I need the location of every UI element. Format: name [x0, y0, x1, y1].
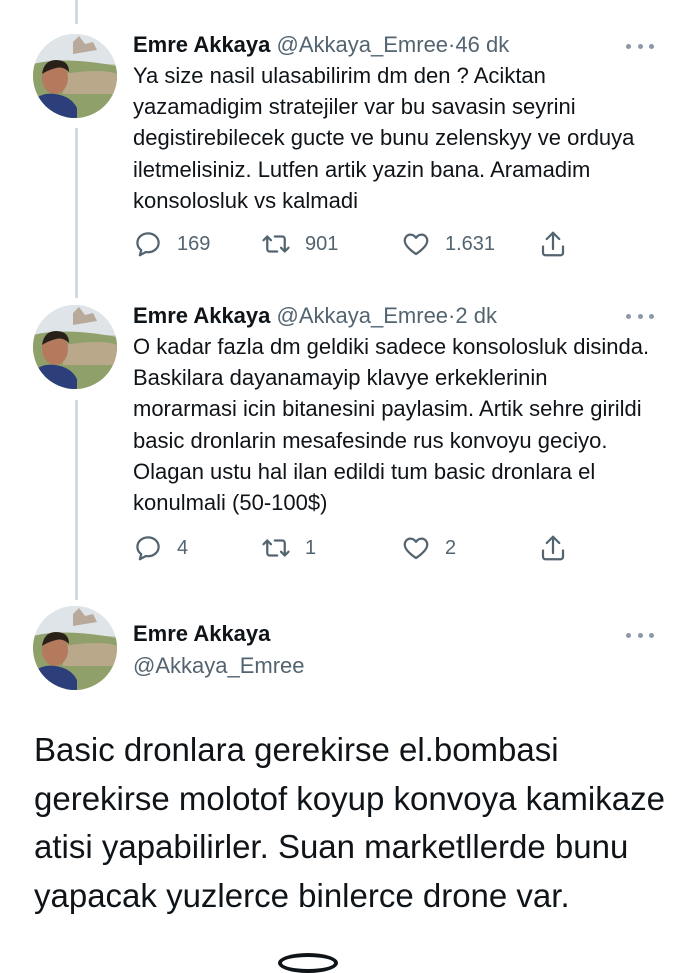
avatar-photo — [33, 305, 117, 389]
reply-icon — [136, 536, 160, 561]
author-name[interactable]: Emre Akkaya — [133, 303, 270, 328]
like-button[interactable]: 2 — [401, 532, 456, 564]
reply-button[interactable]: 4 — [133, 532, 188, 564]
tweet-actions: 169 901 1.631 — [133, 228, 573, 260]
tweet-actions: 4 1 2 — [133, 532, 573, 564]
like-button[interactable]: 1.631 — [401, 228, 495, 260]
tweet-header: Emre Akkaya @Akkaya_Emree·46 dk — [133, 31, 509, 59]
more-icon[interactable] — [626, 630, 654, 640]
share-icon — [541, 535, 565, 561]
share-button[interactable] — [538, 228, 582, 260]
author-handle[interactable]: @Akkaya_Emree — [277, 32, 449, 57]
reply-icon — [136, 232, 160, 257]
cropped-element — [278, 953, 338, 973]
avatar[interactable] — [33, 606, 117, 690]
heart-icon — [403, 233, 429, 256]
heart-icon — [403, 537, 429, 560]
reply-button[interactable]: 169 — [133, 228, 210, 260]
tweet-text: Ya size nasil ulasabilirim dm den ? Acik… — [133, 63, 635, 213]
avatar[interactable] — [33, 34, 117, 118]
tweet-time[interactable]: 46 dk — [455, 32, 509, 57]
avatar[interactable] — [33, 305, 117, 389]
avatar-photo — [33, 606, 117, 690]
retweet-count: 901 — [305, 232, 339, 255]
thread-line — [75, 400, 78, 600]
author-handle[interactable]: @Akkaya_Emree — [133, 652, 305, 680]
author-name[interactable]: Emre Akkaya — [133, 32, 270, 57]
more-icon[interactable] — [626, 311, 654, 321]
main-tweet-text: Basic dronlara gerekirse el.bombasi gere… — [34, 731, 665, 914]
tweet-text: O kadar fazla dm geldiki sadece konsolos… — [133, 334, 650, 516]
thread-line — [75, 0, 78, 24]
share-button[interactable] — [538, 532, 582, 564]
reply-count: 169 — [177, 232, 211, 255]
author-name[interactable]: Emre Akkaya — [133, 620, 270, 648]
reply-count: 4 — [177, 536, 189, 559]
retweet-count: 1 — [305, 536, 317, 559]
retweet-button[interactable]: 1 — [261, 532, 316, 564]
tweet-header: Emre Akkaya @Akkaya_Emree·2 dk — [133, 302, 497, 330]
like-count: 1.631 — [445, 232, 496, 255]
retweet-icon — [262, 539, 290, 557]
share-icon — [541, 231, 565, 257]
avatar-photo — [33, 34, 117, 118]
tweet-time[interactable]: 2 dk — [455, 303, 497, 328]
retweet-icon — [262, 235, 290, 253]
like-count: 2 — [445, 536, 457, 559]
author-handle[interactable]: @Akkaya_Emree — [277, 303, 449, 328]
thread-line — [75, 128, 78, 298]
retweet-button[interactable]: 901 — [261, 228, 338, 260]
more-icon[interactable] — [626, 41, 654, 51]
